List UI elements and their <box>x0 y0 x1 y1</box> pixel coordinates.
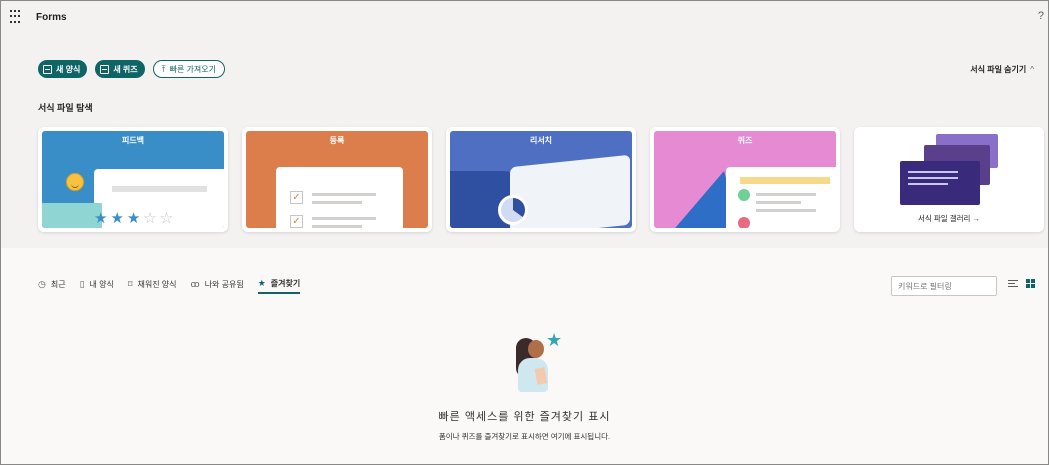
tab-label: 나와 공유됨 <box>204 280 244 289</box>
forms-tabs: ◷ 최근 ▯ 내 양식 ⌑ 채워진 양식 ꝏ 나와 공유됨 ★ 즐겨찾기 <box>38 278 301 294</box>
action-bar: 새 양식 새 퀴즈 ⤒ 빠른 가져오기 <box>38 60 225 78</box>
new-quiz-label: 새 퀴즈 <box>113 64 138 74</box>
template-card-research[interactable]: 리서치 <box>446 127 636 232</box>
help-icon[interactable]: ? <box>1038 10 1044 22</box>
bookmark-icon: ⌑ <box>127 279 133 289</box>
quiz-icon <box>100 64 110 74</box>
templates-section-title: 서식 파일 탐색 <box>38 103 93 113</box>
people-icon: ꝏ <box>190 279 200 289</box>
favorites-illustration: ★ <box>506 330 566 392</box>
empty-state-title: 빠른 액세스를 위한 즐겨찾기 표시 <box>438 411 611 423</box>
tab-recent[interactable]: ◷ 최근 <box>38 279 66 293</box>
grid-view-icon[interactable] <box>1026 279 1035 288</box>
hide-templates-label: 서식 파일 숨기기 <box>970 65 1027 74</box>
quick-import-label: 빠른 가져오기 <box>169 64 216 74</box>
checkbox-icon: ✓ <box>290 215 303 228</box>
app-launcher-icon[interactable] <box>10 10 24 24</box>
star-icon: ★ <box>257 278 266 288</box>
template-card-label: 등록 <box>329 136 345 145</box>
quick-import-button[interactable]: ⤒ 빠른 가져오기 <box>152 60 225 78</box>
empty-state-subtitle: 폼이나 퀴즈를 즐겨찾기로 표시하면 여기에 표시됩니다. <box>438 432 611 441</box>
template-card-label: 리서치 <box>529 136 553 145</box>
upload-icon: ⤒ <box>161 63 166 74</box>
tab-filled-forms[interactable]: ⌑ 채워진 양식 <box>128 279 177 293</box>
template-card-feedback[interactable]: ★★★☆☆ 피드백 <box>38 127 228 232</box>
hide-templates-button[interactable]: 서식 파일 숨기기 ^ <box>970 64 1034 75</box>
tab-label: 즐겨찾기 <box>270 279 301 288</box>
clock-icon: ◷ <box>38 279 46 289</box>
template-card-quiz[interactable]: 퀴즈 <box>650 127 840 232</box>
template-gallery-link[interactable]: 서식 파일 갤러리 → <box>854 213 1044 224</box>
checkbox-icon: ✓ <box>290 191 303 204</box>
rating-stars-icon: ★★★☆☆ <box>94 210 177 227</box>
chevron-up-icon: ^ <box>1030 65 1034 74</box>
new-quiz-button[interactable]: 새 퀴즈 <box>95 60 145 78</box>
template-card-label: 피드백 <box>121 136 145 145</box>
template-cards: ★★★☆☆ 피드백 ✓ ✓ 등록 리서치 퀴즈 서식 파일 갤러리 → <box>38 127 1044 232</box>
tab-label: 내 양식 <box>89 280 114 289</box>
form-icon <box>43 64 52 74</box>
new-form-label: 새 양식 <box>56 64 81 74</box>
top-bar: Forms ? <box>1 1 1048 33</box>
tab-favorites[interactable]: ★ 즐겨찾기 <box>257 278 301 294</box>
tab-shared-with-me[interactable]: ꝏ 나와 공유됨 <box>191 279 244 293</box>
correct-icon <box>738 189 750 201</box>
template-card-registration[interactable]: ✓ ✓ 등록 <box>242 127 432 232</box>
tab-label: 최근 <box>50 280 66 289</box>
star-icon: ★ <box>546 330 563 350</box>
pie-chart-icon <box>498 195 528 225</box>
template-card-label: 퀴즈 <box>737 136 753 145</box>
filter-input[interactable] <box>891 276 997 296</box>
incorrect-icon <box>738 217 750 228</box>
tab-my-forms[interactable]: ▯ 내 양식 <box>80 279 114 293</box>
forms-list-area: ◷ 최근 ▯ 내 양식 ⌑ 채워진 양식 ꝏ 나와 공유됨 ★ 즐겨찾기 ★ 빠… <box>1 248 1048 464</box>
document-icon: ▯ <box>79 279 85 289</box>
tab-label: 채워진 양식 <box>137 280 177 289</box>
list-view-icon[interactable] <box>1008 280 1018 288</box>
new-form-button[interactable]: 새 양식 <box>38 60 88 78</box>
smile-icon <box>66 173 84 191</box>
gallery-preview-image <box>900 161 980 205</box>
app-title[interactable]: Forms <box>36 12 67 23</box>
template-gallery-card[interactable]: 서식 파일 갤러리 → <box>854 127 1044 232</box>
